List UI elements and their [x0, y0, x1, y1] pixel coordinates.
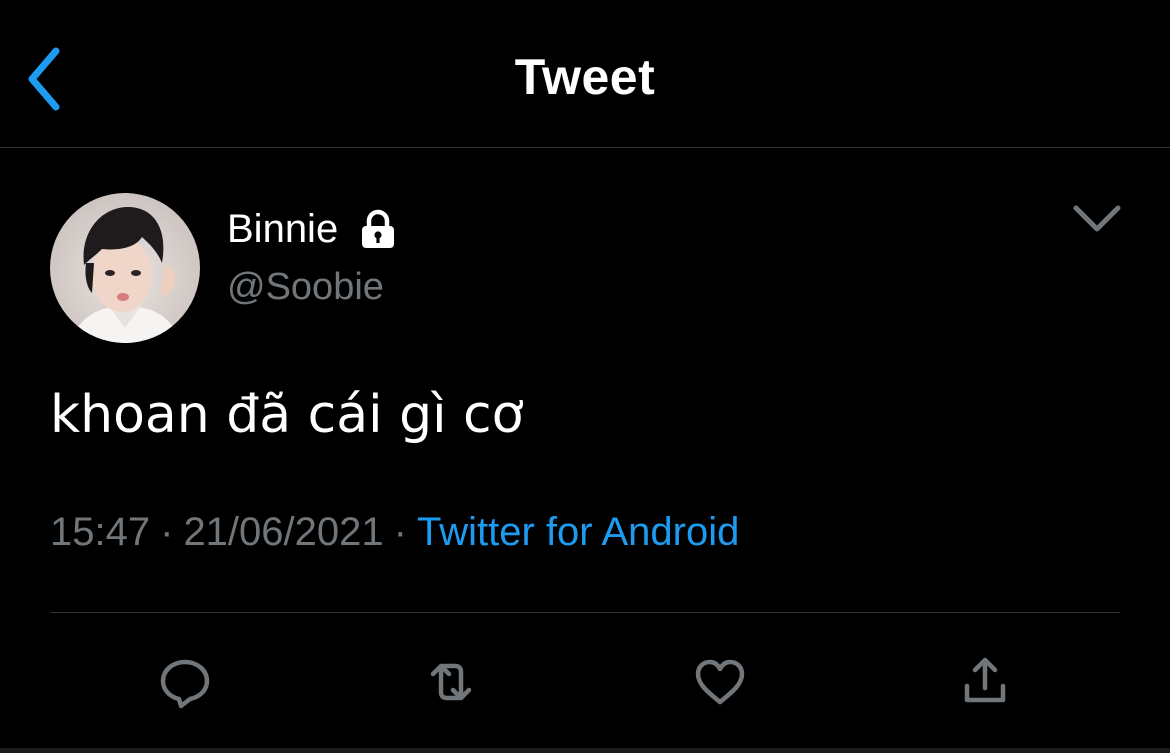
- retweet-icon: [430, 663, 472, 701]
- page-title: Tweet: [514, 49, 656, 105]
- bottom-edge: [0, 748, 1170, 753]
- user-handle[interactable]: @Soobie: [227, 266, 384, 309]
- tweet-meta: 15:47 · 21/06/2021 · Twitter for Android: [50, 510, 739, 555]
- retweet-button[interactable]: [421, 652, 481, 712]
- avatar-photo: [50, 193, 200, 343]
- tweet-text: khoan đã cái gì cơ: [50, 385, 524, 445]
- reply-button[interactable]: [155, 652, 215, 712]
- meta-separator: ·: [160, 510, 174, 554]
- display-name[interactable]: Binnie: [227, 207, 338, 252]
- tweet-date: 21/06/2021: [183, 510, 384, 554]
- divider: [50, 612, 1120, 613]
- like-button[interactable]: [690, 652, 750, 712]
- meta-separator: ·: [393, 510, 407, 554]
- top-nav-bar: Tweet: [0, 0, 1170, 148]
- heart-icon: [695, 659, 745, 705]
- tweet-source-link[interactable]: Twitter for Android: [417, 510, 739, 554]
- avatar[interactable]: [50, 193, 200, 343]
- share-icon: [964, 657, 1006, 703]
- lock-icon: [362, 209, 395, 248]
- reply-icon: [160, 659, 210, 709]
- author-name-row: Binnie: [227, 203, 398, 255]
- share-button[interactable]: [955, 652, 1015, 712]
- tweet-menu-button[interactable]: [1068, 198, 1126, 240]
- chevron-down-icon: [1073, 205, 1121, 232]
- tweet-time: 15:47: [50, 510, 151, 554]
